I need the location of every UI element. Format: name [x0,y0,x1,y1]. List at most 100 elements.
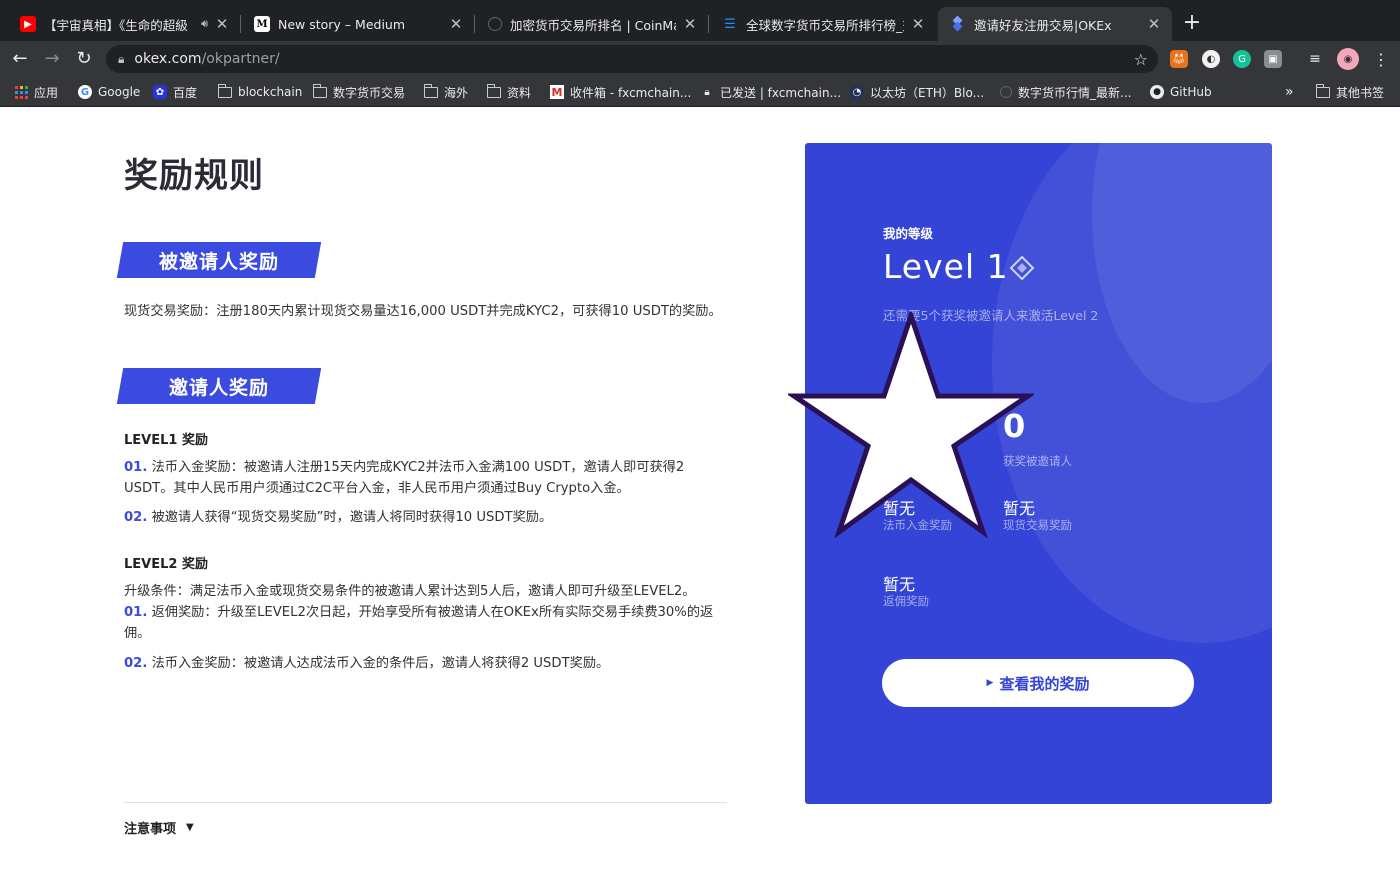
item-number: 02. [124,510,148,525]
google-icon: G [78,85,92,99]
menu-icon[interactable]: ⋮ [1372,50,1390,69]
bookmarks-overflow-button[interactable]: » [1285,83,1294,101]
okex-icon [950,16,966,32]
notice-toggle[interactable]: 注意事项 ▼ [124,818,194,837]
address-bar[interactable]: 🔒︎ okex.com/okpartner/ ☆ [106,45,1158,73]
etherscan-icon: ◔ [850,85,864,99]
button-label: 查看我的奖励 [999,674,1090,693]
bookmark-folder-trading[interactable]: 数字货币交易 [312,83,405,101]
close-icon[interactable]: ✕ [682,15,698,33]
item-text: 法币入金奖励：被邀请人达成法币入金的条件后，邀请人将获得2 USDT奖励。 [151,656,610,671]
view-rewards-button[interactable]: ▶ 查看我的奖励 [882,659,1194,707]
bookmark-label: 应用 [34,85,59,100]
inviter-reward-heading: 邀请人奖励 [120,368,318,404]
feixiaohao-icon: ☰ [724,16,736,32]
bookmark-folder-overseas[interactable]: 海外 [423,83,468,101]
section-heading-text: 被邀请人奖励 [158,250,279,273]
bookmark-folder-materials[interactable]: 资料 [486,83,532,101]
youtube-icon: ▶ [20,16,36,32]
reload-icon[interactable]: ↻ [72,47,96,71]
folder-icon [217,83,232,99]
caret-down-icon: ▼ [186,822,194,833]
browser-tab-strip: ▶ 【宇宙真相】《生命的超級 🔊︎ ✕ M New story – Medium… [0,0,1400,41]
url-path: /okpartner/ [201,51,280,67]
metamask-icon[interactable]: 🦊︎ [1170,50,1188,68]
section-heading-text: 邀请人奖励 [168,376,269,399]
bookmark-gmail[interactable]: M 收件箱 - fxcmchain... [550,83,691,101]
bookmark-label: 已发送 | fxcmchain... [720,85,842,100]
coinmarketcap-icon [488,17,502,31]
bookmark-protonmail[interactable]: 🔒︎ 已发送 | fxcmchain... [700,83,841,101]
bookmark-folder-blockchain[interactable]: blockchain [217,83,303,101]
star-overlay-icon [788,312,1034,538]
coinmarket-icon [1000,86,1012,98]
bookmark-label: 资料 [507,85,532,100]
item-text: 被邀请人获得“现货交易奖励”时，邀请人将同时获得10 USDT奖励。 [151,510,553,525]
bookmark-label: Google [98,85,141,99]
bookmark-apps[interactable]: 应用 [14,83,58,101]
tab-title: 加密货币交易所排名 | CoinMarke [510,17,676,33]
close-icon[interactable]: ✕ [214,15,230,33]
browser-tab-1[interactable]: ▶ 【宇宙真相】《生命的超級 🔊︎ ✕ [8,7,240,41]
tab-title: 【宇宙真相】《生命的超級 [44,17,188,33]
grammarly-icon[interactable]: G [1233,50,1251,68]
bookmark-google[interactable]: G Google [78,83,140,101]
browser-tab-4[interactable]: ☰ 全球数字货币交易所排行榜_交易 ✕ [710,7,936,41]
extension-icon[interactable]: ◐ [1202,50,1220,68]
github-icon: ● [1150,85,1164,99]
invitee-reward-heading: 被邀请人奖励 [120,242,318,278]
page-title: 奖励规则 [124,156,264,196]
forward-arrow-icon[interactable]: → [40,47,64,71]
divider [124,802,727,803]
level-value: Level 1 [883,247,1009,286]
level-label: 我的等级 [883,226,934,241]
tab-title: New story – Medium [278,16,406,32]
item-number: 02. [124,656,148,671]
other-bookmarks[interactable]: 其他书签 [1315,83,1385,101]
item-number: 01. [124,460,148,475]
item-text: 法币入金奖励：被邀请人注册15天内完成KYC2并法币入金满100 USDT，邀请… [124,460,685,496]
level2-item-2: 02. 法币入金奖励：被邀请人达成法币入金的条件后，邀请人将获得2 USDT奖励… [124,653,730,674]
speaker-icon[interactable]: 🔊︎ [201,17,208,31]
bookmark-etherscan[interactable]: ◔ 以太坊（ETH）Blo... [850,83,984,101]
bookmarks-bar: 应用 G Google ✿ 百度 blockchain 数字货币交易 海外 资料… [0,77,1400,107]
level2-item-1: 01. 返佣奖励：升级至LEVEL2次日起，开始享受所有被邀请人在OKEx所有实… [124,602,724,644]
bookmark-label: 以太坊（ETH）Blo... [870,85,985,100]
bookmark-label: 百度 [173,85,198,100]
lock-icon: 🔒︎ [118,51,125,66]
rebate-value: 暂无 [883,575,916,594]
tab-title: 全球数字货币交易所排行榜_交易 [746,17,904,33]
browser-tab-3[interactable]: 加密货币交易所排名 | CoinMarke ✕ [476,7,708,41]
browser-tab-active[interactable]: 邀请好友注册交易|OKEx ✕ [938,7,1172,41]
folder-icon [423,83,438,99]
close-icon[interactable]: ✕ [910,15,926,33]
level1-title: LEVEL1 奖励 [124,433,208,448]
bookmark-label: 其他书签 [1336,85,1385,100]
media-control-icon[interactable]: ≡ [1306,50,1324,68]
bookmark-label: 收件箱 - fxcmchain... [570,85,692,100]
bookmark-label: 数字货币行情_最新... [1018,85,1132,100]
bookmark-github[interactable]: ● GitHub [1150,83,1212,101]
level2-condition: 升级条件：满足法币入金或现货交易条件的被邀请人累计达到5人后，邀请人即可升级至L… [124,584,696,599]
apps-grid-icon [14,85,28,99]
close-icon[interactable]: ✕ [1146,15,1162,33]
invitee-reward-text: 现货交易奖励：注册180天内累计现货交易量达16,000 USDT并完成KYC2… [124,304,722,319]
bookmark-star-icon[interactable]: ☆ [1134,50,1148,69]
avatar[interactable]: ◉ [1337,48,1359,70]
bookmark-coin-market[interactable]: 数字货币行情_最新... [1000,83,1131,101]
close-icon[interactable]: ✕ [448,15,464,33]
url-host: okex.com [134,51,202,67]
protonmail-icon: 🔒︎ [704,86,710,98]
new-tab-button[interactable]: + [1180,12,1204,36]
back-arrow-icon[interactable]: ← [8,47,32,71]
extension-box-icon[interactable]: ▣ [1264,50,1282,68]
medium-icon: M [254,16,270,32]
bookmark-baidu[interactable]: ✿ 百度 [153,83,197,101]
gmail-icon: M [550,85,564,99]
browser-tab-2[interactable]: M New story – Medium ✕ [242,7,474,41]
item-text: 返佣奖励：升级至LEVEL2次日起，开始享受所有被邀请人在OKEx所有实际交易手… [124,605,714,641]
play-triangle-icon: ▶ [986,678,994,688]
item-number: 01. [124,605,148,620]
bookmark-label: blockchain [238,85,303,99]
baidu-icon: ✿ [153,85,167,99]
